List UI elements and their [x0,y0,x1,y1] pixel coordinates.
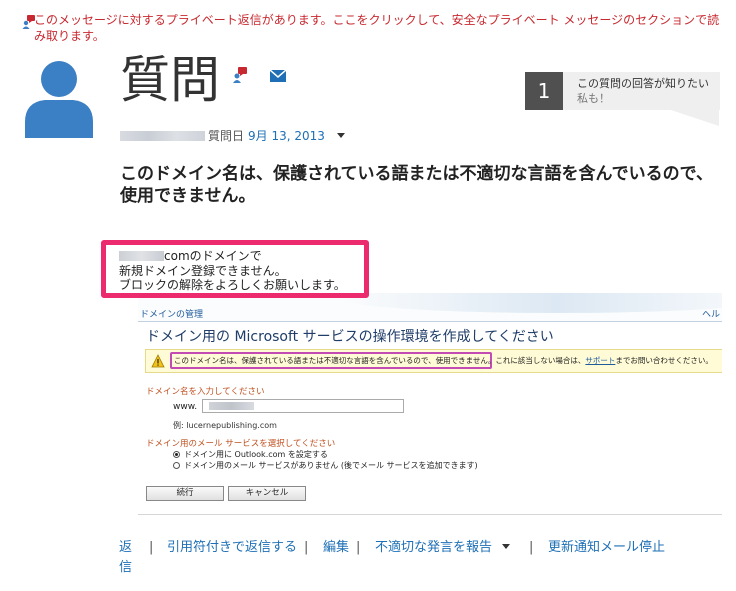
chevron-down-icon[interactable] [502,544,511,549]
user-avatar-icon [25,61,93,138]
separator: | [149,540,154,555]
shot-warning-bar: このドメイン名は、保護されている語または不適切な言語を含んでいるので、使用できま… [145,349,722,373]
redacted-domain [119,251,164,261]
private-reply-banner[interactable]: このメッセージに対するプライベート返信があります。ここをクリックして、安全なプラ… [22,12,722,44]
shot-option2-label: ドメイン用のメール サービスがありません (後でメール サービスを追加できます) [184,461,478,470]
body-line-3: ブロックの解除をよろしくお願いします。 [119,278,346,292]
shot-warning-text: このドメイン名は、保護されている語または不適切な言語を含んでいるので、使用できま… [174,355,713,366]
question-meta: 質問日 9月 13, 2013 [120,127,345,144]
report-abuse-link[interactable]: 不適切な発言を報告 [375,538,511,558]
shot-option1-label: ドメイン用に Outlook.com を設定する [184,450,328,459]
question-title: このドメイン名は、保護されている語または不適切な言語を含んでいるので、使用できま… [120,164,713,206]
radio-selected-icon [173,451,180,458]
shot-www-prefix: www. [173,402,198,412]
edit-link[interactable]: 編集 [323,538,349,558]
me-too-button[interactable]: 私も！ [577,90,610,106]
asked-label: 質問日 [208,129,245,143]
me-too-bubble[interactable]: この質問の回答が知りたい 私も！ [563,72,720,110]
chevron-down-icon[interactable] [336,133,345,138]
report-abuse-label[interactable]: 不適切な発言を報告 [375,540,492,555]
question-body-highlight: comのドメインで 新規ドメイン登録できません。 ブロックの解除をよろしくお願い… [101,240,369,298]
shot-heading: ドメイン用の Microsoft サービスの操作環境を作成してください [146,329,554,345]
body-line-1-text: comのドメインで [164,249,262,263]
warning-end: までお問い合わせください。 [615,356,713,365]
header-swoosh [338,293,722,313]
private-message-icon[interactable] [232,66,248,84]
shot-mail-label: ドメイン用のメール サービスを選択してください [146,439,336,449]
quote-reply-link[interactable]: 引用符付きで返信する [167,538,297,558]
embedded-screenshot: ドメインの管理 ヘル ドメイン用の Microsoft サービスの操作環境を作成… [138,293,722,515]
separator: | [356,540,361,555]
shot-help-link: ヘル [701,310,720,320]
asked-date: 9月 13, 2013 [248,129,325,143]
shot-cancel-button: キャンセル [228,486,306,501]
redacted-username [120,130,205,141]
private-message-icon [22,15,35,29]
me-too-count: 1 [525,72,563,110]
private-reply-text[interactable]: このメッセージに対するプライベート返信があります。ここをクリックして、安全なプラ… [22,12,722,44]
me-too-widget[interactable]: 1 この質問の回答が知りたい 私も！ [525,72,720,126]
shot-domain-input [202,399,404,413]
support-link: サポート [585,356,616,365]
page-title: 質問 [120,51,220,109]
radio-icon [173,462,180,469]
mail-icon[interactable] [270,70,286,82]
stop-alerts-link[interactable]: 更新通知メール停止 [548,538,665,558]
reply-link[interactable]: 返信 [119,538,133,578]
warning-icon [151,354,165,368]
shot-domain-label: ドメイン名を入力してください [146,387,265,397]
warning-main: このドメイン名は、保護されている語または不適切な言語を含んでいるので、使用できま… [174,356,496,365]
shot-option-none: ドメイン用のメール サービスがありません (後でメール サービスを追加できます) [173,460,478,471]
shot-option-outlook: ドメイン用に Outlook.com を設定する [173,449,328,460]
shot-continue-button: 続行 [146,486,224,501]
redacted-domain [209,402,254,410]
me-too-bubble-tail [671,110,719,126]
separator: | [304,540,309,555]
shot-panel: ドメイン用の Microsoft サービスの操作環境を作成してください このドメ… [138,321,722,514]
shot-example: 例: lucernepublishing.com [173,421,277,430]
shot-breadcrumb: ドメインの管理 [140,310,204,320]
warning-tail: これに該当しない場合は、 [495,356,586,365]
me-too-prompt: この質問の回答が知りたい [577,77,709,90]
separator: | [529,540,534,555]
